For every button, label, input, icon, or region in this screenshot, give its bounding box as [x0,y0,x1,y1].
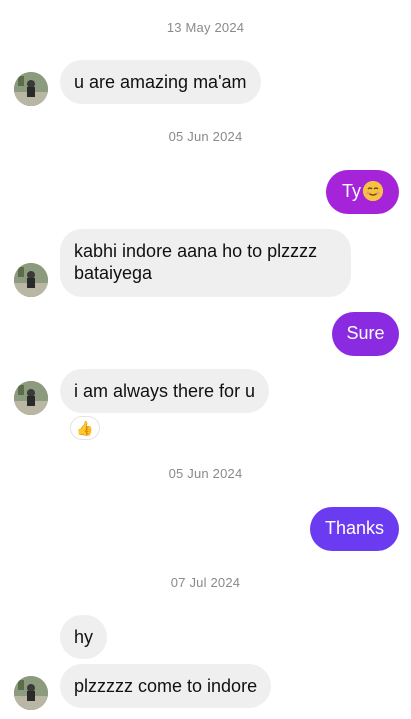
message-text: plzzzzz come to indore [74,676,258,696]
message-text: Ty [341,181,361,201]
message-text-line: bataiyega [74,263,153,283]
message-text: i am always there for u [74,381,256,401]
avatar-photo-icon [14,263,48,297]
avatar-photo-icon [14,381,48,415]
message-text: u are amazing ma'am [74,72,247,92]
incoming-message[interactable]: hy [60,615,108,659]
avatar[interactable] [14,381,48,415]
message-text: hy [74,627,94,647]
incoming-message[interactable]: u are amazing ma'am [60,60,261,104]
outgoing-message[interactable]: Sure [332,312,399,356]
avatar-photo-icon [14,676,48,710]
smiling-face-emoji-icon [363,181,383,201]
outgoing-message[interactable]: Ty [326,170,399,214]
avatar[interactable] [14,263,48,297]
incoming-message[interactable]: plzzzzz come to indore [60,664,272,708]
avatar-photo-icon [14,72,48,106]
thumbs-up-icon: 👍 [76,420,94,436]
message-text-line: kabhi indore aana ho to plzzzz [74,241,318,261]
avatar[interactable] [14,676,48,710]
avatar[interactable] [14,72,48,106]
date-separator: 05 Jun 2024 [168,129,243,144]
message-text: Thanks [324,518,385,538]
date-separator: 07 Jul 2024 [170,575,241,590]
thumbs-up-reaction[interactable]: 👍 [70,416,100,440]
message-text: Sure [346,323,385,343]
incoming-message[interactable]: i am always there for u [60,369,270,413]
outgoing-message[interactable]: Thanks [310,507,399,551]
date-separator: 13 May 2024 [166,20,245,35]
incoming-message[interactable]: kabhi indore aana ho to plzzzz bataiyega [60,229,351,297]
date-separator: 05 Jun 2024 [168,466,243,481]
